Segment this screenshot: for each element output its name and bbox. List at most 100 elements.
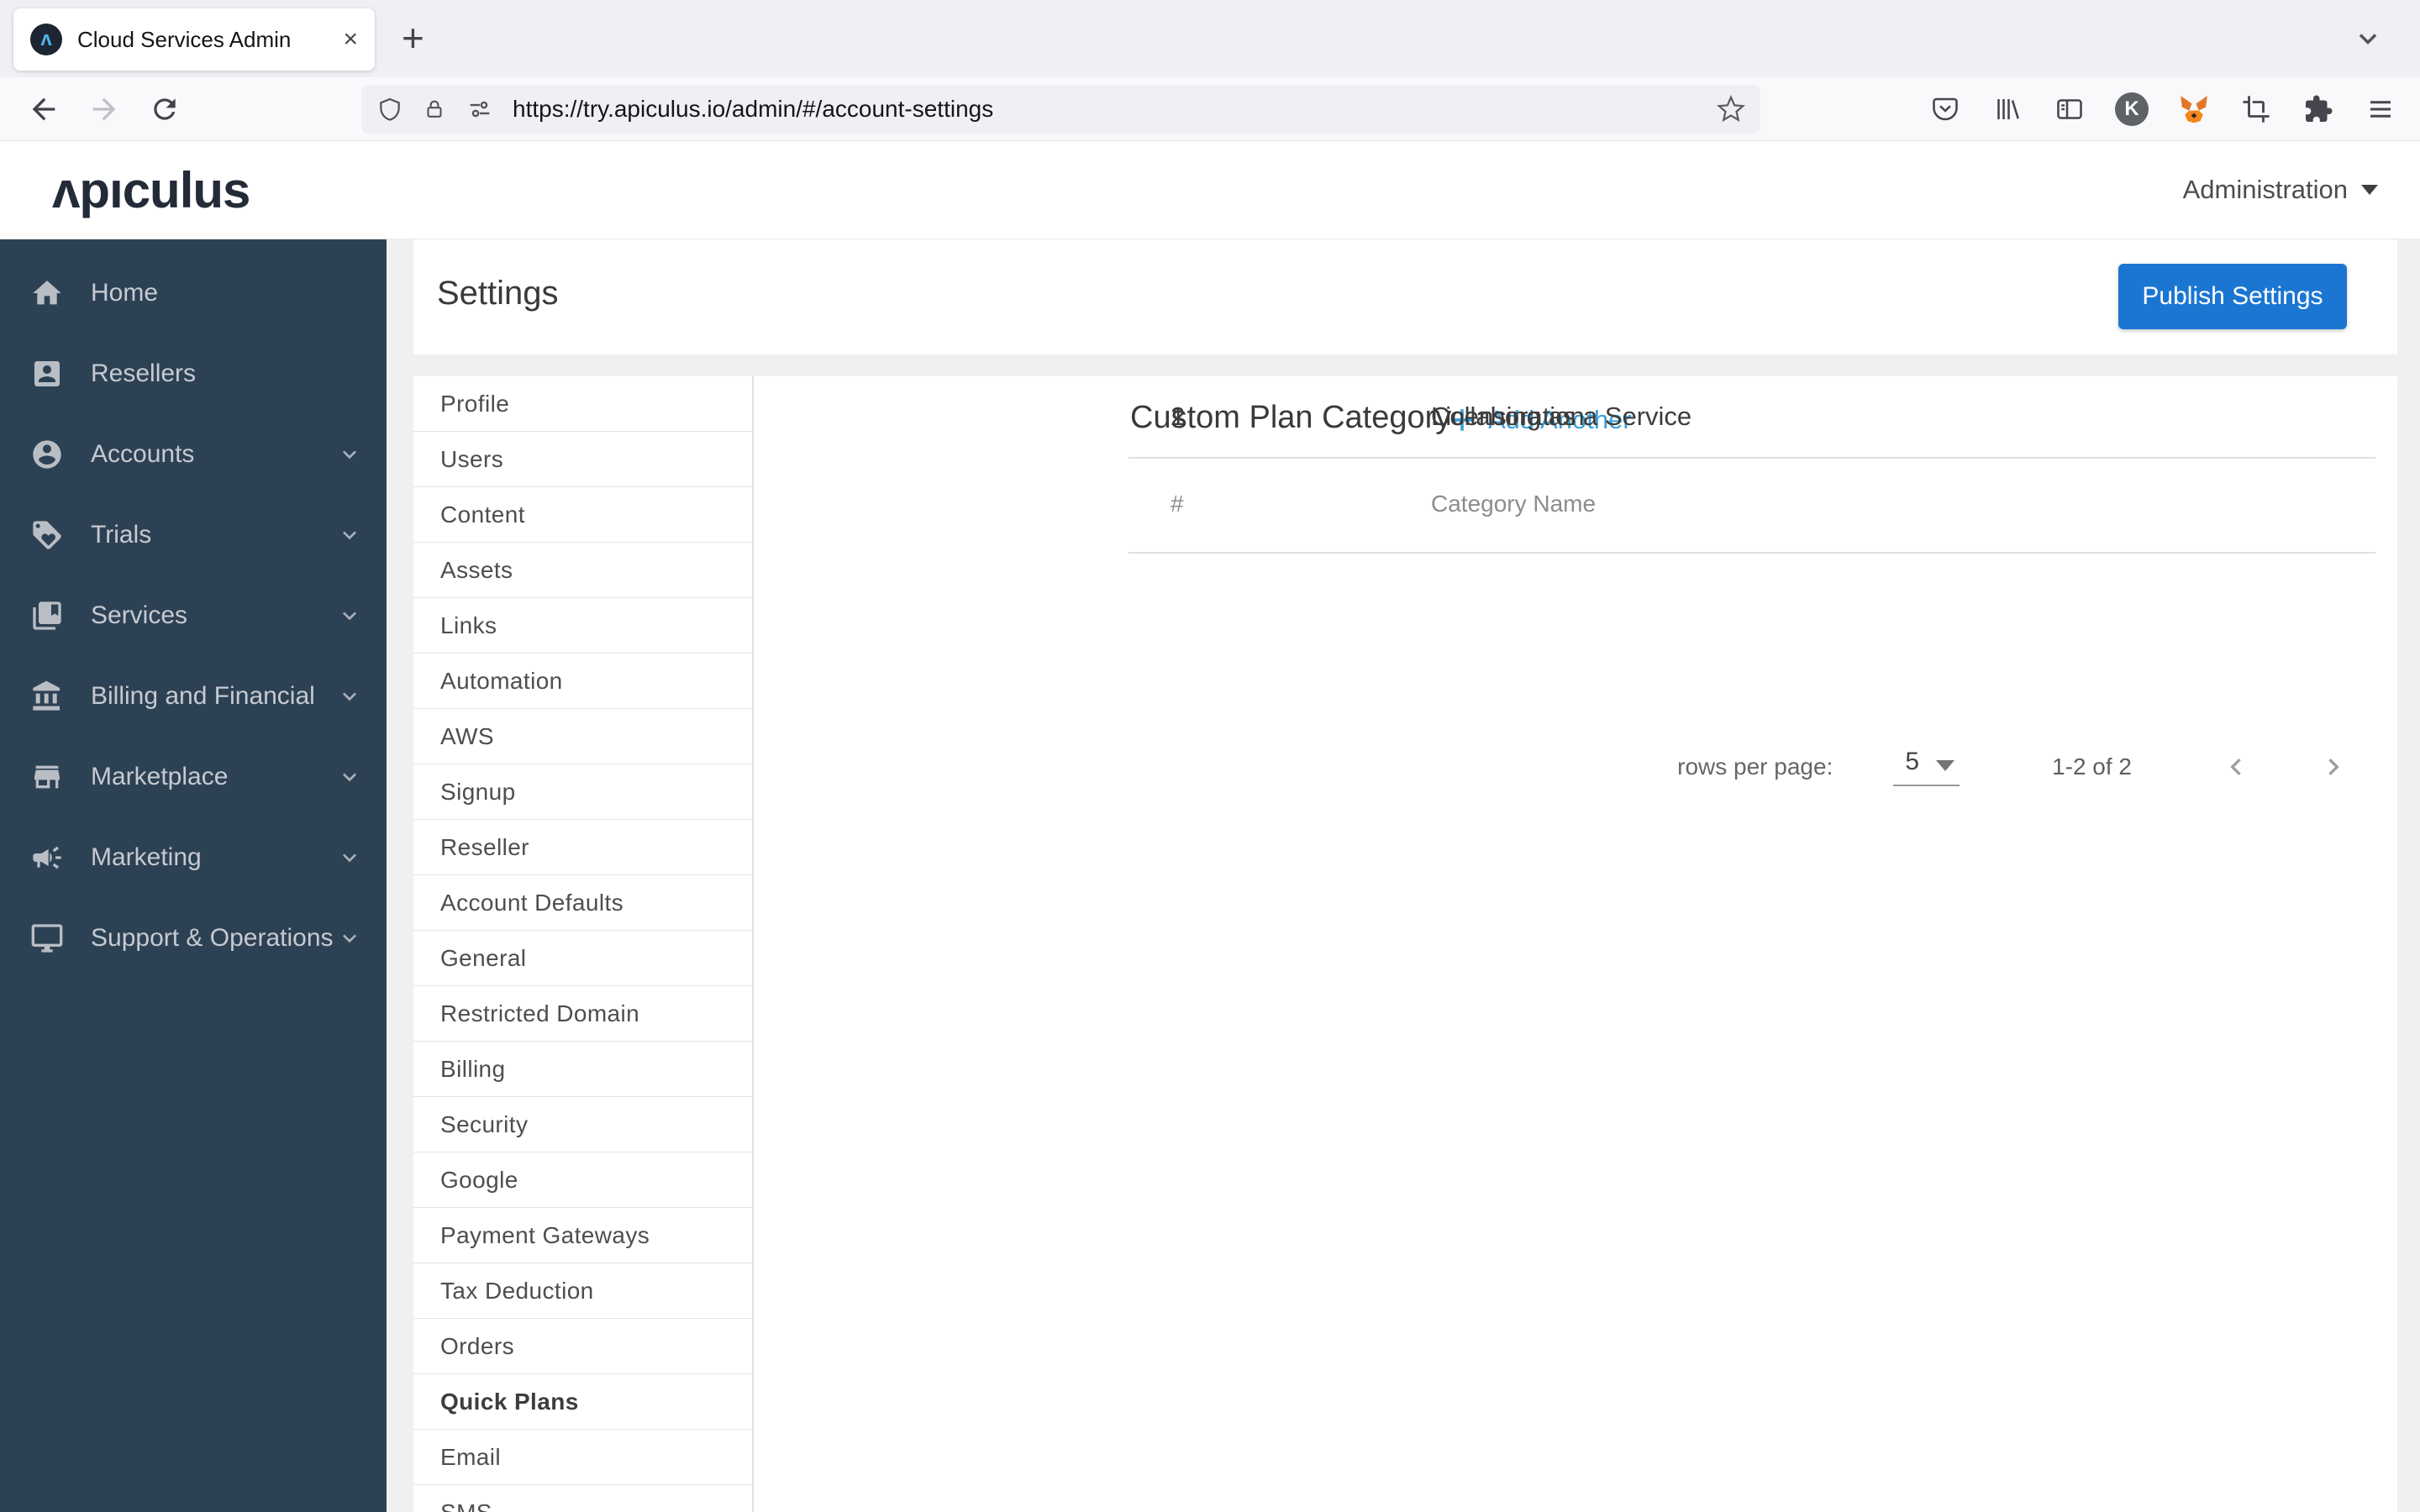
k-extension-icon[interactable]: K xyxy=(2115,92,2149,126)
settings-header-band: Settings Publish Settings xyxy=(413,239,2397,354)
caret-down-icon xyxy=(2361,185,2378,195)
sidebar-item-resellers[interactable]: Resellers xyxy=(0,333,387,414)
support-icon xyxy=(30,921,64,955)
settings-nav-item-email[interactable]: Email xyxy=(413,1430,752,1485)
sidebar-item-label: Trials xyxy=(91,521,152,549)
browser-tab-strip: ʌ Cloud Services Admin × + xyxy=(0,0,2420,77)
settings-nav-item-signup[interactable]: Signup xyxy=(413,764,752,820)
previous-page-button[interactable] xyxy=(2219,750,2253,784)
chevron-down-icon xyxy=(343,692,356,701)
settings-nav-item-google[interactable]: Google xyxy=(413,1152,752,1208)
settings-nav-item-reseller[interactable]: Reseller xyxy=(413,820,752,875)
settings-nav-item-sms[interactable]: SMS xyxy=(413,1485,752,1512)
sidebar-item-marketing[interactable]: Marketing xyxy=(0,817,387,898)
page-title: Settings xyxy=(437,275,559,312)
browser-tab[interactable]: ʌ Cloud Services Admin × xyxy=(13,8,375,71)
page-range: 1-2 of 2 xyxy=(2052,753,2132,780)
table-header-divider xyxy=(1128,552,2375,554)
bookmark-star-icon[interactable] xyxy=(1717,95,1745,123)
tab-close-icon[interactable]: × xyxy=(343,25,358,54)
resellers-icon xyxy=(30,357,64,391)
settings-nav-item-users[interactable]: Users xyxy=(413,432,752,487)
settings-nav-item-content[interactable]: Content xyxy=(413,487,752,543)
settings-nav-item-security[interactable]: Security xyxy=(413,1097,752,1152)
sidebar-item-billing-and-financial[interactable]: Billing and Financial xyxy=(0,656,387,737)
sidebar-item-accounts[interactable]: Accounts xyxy=(0,414,387,495)
next-page-button[interactable] xyxy=(2317,750,2350,784)
rows-per-page-value: 5 xyxy=(1905,748,1920,775)
rows-per-page-select[interactable]: 5 xyxy=(1893,748,1960,786)
column-header-category-name: Category Name xyxy=(1431,491,1597,517)
sidebar-item-services[interactable]: Services xyxy=(0,575,387,656)
sidebar-item-label: Home xyxy=(91,279,159,307)
chevron-down-icon xyxy=(343,612,356,621)
trials-icon xyxy=(30,518,64,552)
settings-nav-item-restricted-domain[interactable]: Restricted Domain xyxy=(413,986,752,1042)
marketing-icon xyxy=(30,841,64,874)
row-category-name: Collaboration xyxy=(1431,402,1585,431)
settings-nav-item-profile[interactable]: Profile xyxy=(413,376,752,432)
table-row: 2 Collaboration xyxy=(1128,376,2375,459)
pocket-icon[interactable] xyxy=(1928,92,1962,126)
administration-menu[interactable]: Administration xyxy=(2183,175,2378,205)
settings-nav-item-tax-deduction[interactable]: Tax Deduction xyxy=(413,1263,752,1319)
rows-per-page-label: rows per page: xyxy=(1677,753,1833,780)
connection-lock-icon[interactable] xyxy=(422,97,447,122)
sidebar-item-label: Billing and Financial xyxy=(91,682,315,710)
sidebar-item-trials[interactable]: Trials xyxy=(0,495,387,575)
sidebar-item-label: Resellers xyxy=(91,360,197,387)
settings-nav-item-quick-plans[interactable]: Quick Plans xyxy=(413,1374,752,1430)
services-icon xyxy=(30,599,64,633)
select-caret-icon xyxy=(1936,760,1955,771)
sidebar-item-label: Marketplace xyxy=(91,763,229,790)
chevron-down-icon xyxy=(343,450,356,459)
metamask-fox-icon[interactable] xyxy=(2177,92,2211,126)
settings-nav-item-general[interactable]: General xyxy=(413,931,752,986)
url-text[interactable]: https://try.apiculus.io/admin/#/account-… xyxy=(513,96,1717,123)
menu-hamburger-icon[interactable] xyxy=(2364,92,2397,126)
extensions-puzzle-icon[interactable] xyxy=(2302,92,2335,126)
permissions-icon[interactable] xyxy=(466,95,494,123)
settings-nav-item-aws[interactable]: AWS xyxy=(413,709,752,764)
accounts-icon xyxy=(30,438,64,471)
column-header-number: # xyxy=(1171,491,1184,517)
marketplace-icon xyxy=(30,760,64,794)
settings-nav-item-billing[interactable]: Billing xyxy=(413,1042,752,1097)
screenshot-crop-icon[interactable] xyxy=(2239,92,2273,126)
new-tab-button[interactable]: + xyxy=(402,18,424,57)
sidebar-item-label: Accounts xyxy=(91,440,195,468)
site-favicon-icon: ʌ xyxy=(30,24,62,55)
apiculus-logo: ʌpıculus xyxy=(52,161,250,218)
settings-nav-item-account-defaults[interactable]: Account Defaults xyxy=(413,875,752,931)
chevron-down-icon xyxy=(343,853,356,863)
library-icon[interactable] xyxy=(1991,92,2024,126)
settings-nav-item-orders[interactable]: Orders xyxy=(413,1319,752,1374)
sidebar-item-label: Marketing xyxy=(91,843,202,871)
settings-nav-item-assets[interactable]: Assets xyxy=(413,543,752,598)
list-all-tabs-icon[interactable] xyxy=(2353,24,2383,54)
chevron-down-icon xyxy=(343,934,356,943)
home-icon xyxy=(30,276,64,310)
url-bar[interactable]: https://try.apiculus.io/admin/#/account-… xyxy=(361,85,1760,134)
sidebar-item-home[interactable]: Home xyxy=(0,253,387,333)
sidebar-item-label: Services xyxy=(91,601,188,629)
forward-button[interactable] xyxy=(79,84,129,134)
administration-menu-label: Administration xyxy=(2182,175,2348,204)
pagination: rows per page: 5 1-2 of 2 xyxy=(1677,739,2350,795)
settings-nav-item-links[interactable]: Links xyxy=(413,598,752,654)
reload-button[interactable] xyxy=(139,84,190,134)
chevron-down-icon xyxy=(343,773,356,782)
settings-nav-item-payment-gateways[interactable]: Payment Gateways xyxy=(413,1208,752,1263)
settings-card: Profile Users Content Assets Links Automation… xyxy=(413,376,2397,1512)
publish-settings-button[interactable]: Publish Settings xyxy=(2118,264,2347,329)
sidebars-icon[interactable] xyxy=(2053,92,2086,126)
sidebar-item-marketplace[interactable]: Marketplace xyxy=(0,737,387,817)
sidebar-item-support-operations[interactable]: Support & Operations xyxy=(0,898,387,979)
settings-nav-item-automation[interactable]: Automation xyxy=(413,654,752,709)
tracking-protection-shield-icon[interactable] xyxy=(376,96,403,123)
settings-content: Custom Plan Category Add Another # Categ… xyxy=(754,376,2397,1512)
settings-nav: Profile Users Content Assets Links Automation… xyxy=(413,376,754,1512)
browser-toolbar: https://try.apiculus.io/admin/#/account-… xyxy=(0,77,2420,141)
back-button[interactable] xyxy=(18,84,69,134)
main-sidebar: Home Resellers Accounts Trials Services … xyxy=(0,239,387,1512)
